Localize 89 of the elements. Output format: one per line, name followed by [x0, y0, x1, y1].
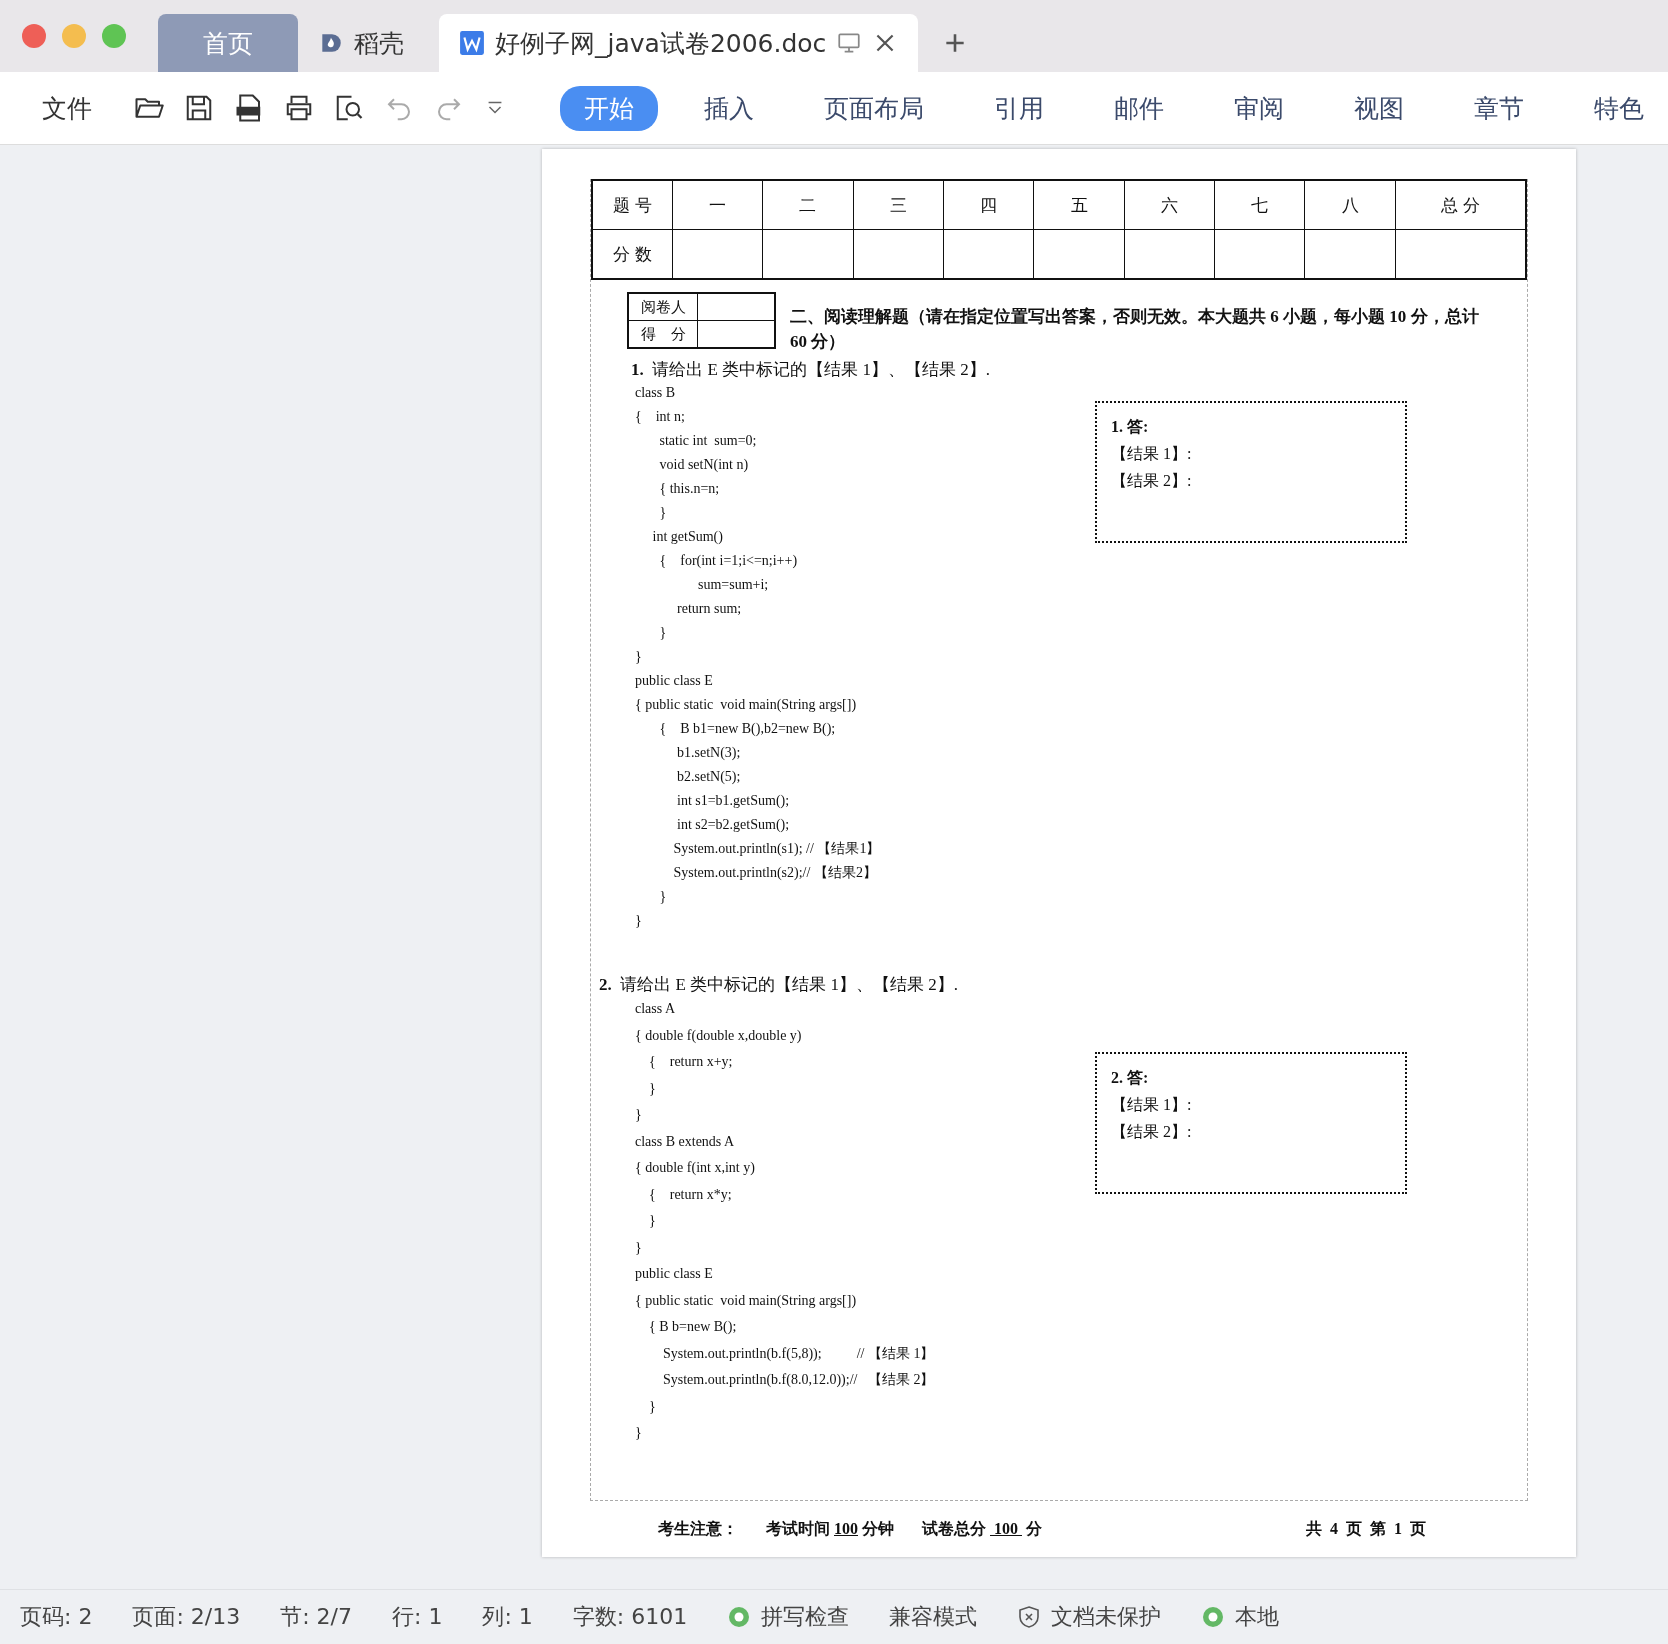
table-cell: 二: [762, 180, 854, 230]
answer-box: 1. 答: 【结果 1】: 【结果 2】:: [1095, 401, 1407, 543]
status-button[interactable]: 文档未保护: [1051, 1602, 1162, 1632]
code-line: }: [635, 648, 643, 666]
code-line: System.out.println(s2);// 【结果2】: [672, 864, 878, 882]
close-window-icon[interactable]: [22, 24, 46, 48]
ribbon-tab[interactable]: 章节: [1450, 85, 1548, 131]
code-line: { B b1=new B(),b2=new B();: [658, 720, 837, 738]
code-line: }: [648, 1212, 657, 1230]
shield-icon: [1017, 1605, 1042, 1629]
status-button[interactable]: 本地: [1235, 1602, 1280, 1632]
table-cell: 三: [853, 180, 944, 230]
word-doc-icon: [459, 30, 485, 56]
code-line: { B b=new B();: [648, 1318, 738, 1336]
code-line: b2.setN(5);: [676, 768, 742, 786]
code-line: { return x+y;: [648, 1053, 734, 1071]
question-prompt: 1. 请给出 E 类中标记的【结果 1】、【结果 2】.: [631, 359, 991, 381]
ribbon-tab[interactable]: 视图: [1330, 85, 1428, 131]
table-cell: 一: [672, 180, 763, 230]
table-cell: 五: [1033, 180, 1125, 230]
code-line: System.out.println(b.f(8.0,12.0));// 【结果 2】: [662, 1371, 936, 1389]
ribbon-tab[interactable]: 审阅: [1210, 85, 1308, 131]
monitor-icon[interactable]: [836, 30, 863, 56]
code-line: }: [635, 1238, 643, 1257]
table-cell: 八: [1304, 180, 1396, 230]
table-cell: 七: [1214, 180, 1305, 230]
code-line: { double f(int x,int y): [635, 1159, 756, 1177]
total-score: 试卷总分 100 分: [922, 1518, 1042, 1539]
code-line: public class E: [635, 672, 714, 690]
code-line: System.out.println(b.f(5,8)); // 【结果 1】: [662, 1344, 936, 1363]
document-tab[interactable]: 稻壳: [298, 14, 433, 72]
save-icon[interactable]: [184, 93, 214, 123]
table-cell: 阅卷人: [628, 293, 698, 321]
code-line: { int n;: [635, 408, 686, 426]
code-line: static int sum=0;: [658, 432, 758, 450]
code-line: System.out.println(s1); // 【结果1】: [672, 840, 882, 858]
code-line: }: [648, 1397, 657, 1416]
code-line: { return x*y;: [648, 1185, 733, 1204]
ribbon-tab[interactable]: 特色: [1570, 85, 1668, 131]
status-ok-icon: [1201, 1605, 1226, 1629]
status-text: 行: 1: [392, 1603, 443, 1631]
status-button[interactable]: 拼写检查: [761, 1602, 850, 1632]
code-line: { public static void main(String args[]): [635, 1291, 858, 1310]
print-preview-icon[interactable]: [334, 93, 364, 123]
status-ok-icon: [727, 1605, 752, 1629]
code-line: }: [635, 912, 643, 930]
code-line: int s2=b2.getSum();: [676, 816, 791, 834]
status-text: 列: 1: [482, 1603, 533, 1631]
ribbon-tab[interactable]: 页面布局: [800, 85, 948, 131]
exam-time: 考试时间 100 分钟: [766, 1518, 894, 1539]
status-text: 兼容模式: [889, 1603, 978, 1631]
code-line: b1.setN(3);: [676, 744, 742, 762]
code-line: { this.n=n;: [658, 480, 721, 498]
code-line: }: [648, 1079, 657, 1098]
code-line: }: [658, 624, 668, 642]
status-text: 字数: 6101: [572, 1603, 688, 1631]
code-line: int getSum(): [651, 528, 724, 546]
table-cell: 题 号: [592, 180, 673, 230]
code-line: { double f(double x,double y): [635, 1026, 803, 1045]
page-count: 共 4 页 第 1 页: [1306, 1518, 1426, 1539]
question-prompt: 2. 请给出 E 类中标记的【结果 1】、【结果 2】.: [599, 974, 959, 996]
code-line: return sum;: [676, 600, 743, 618]
code-line: int s1=b1.getSum();: [676, 792, 791, 810]
status-text: 页码: 2: [20, 1603, 93, 1631]
code-line: class A: [635, 1000, 677, 1018]
ribbon-tab[interactable]: 插入: [680, 85, 778, 131]
code-line: sum=sum+i;: [697, 576, 770, 594]
code-line: { public static void main(String args[]): [635, 696, 858, 714]
file-menu[interactable]: 文件: [42, 91, 92, 125]
document-tab[interactable]: 好例子网_java试卷2006.doc: [439, 14, 919, 72]
code-line: }: [635, 1106, 643, 1124]
code-line: { for(int i=1;i<=n;i++): [658, 552, 799, 570]
code-line: void setN(int n): [658, 456, 750, 474]
print-icon[interactable]: [284, 93, 314, 123]
code-line: class B: [635, 384, 677, 402]
status-text: 页面: 2/13: [132, 1603, 241, 1631]
section-title: 二、阅读理解题（请在指定位置写出答案，否则无效。本大题共 6 小题，每小题 10 分，总计 60 分）: [790, 306, 1480, 353]
status-text: 节: 2/7: [280, 1603, 353, 1631]
answer-box: 2. 答: 【结果 1】: 【结果 2】:: [1095, 1052, 1407, 1194]
table-cell: 六: [1124, 180, 1215, 230]
notice-label: 考生注意：: [658, 1518, 738, 1539]
code-line: }: [658, 888, 668, 906]
code-line: }: [658, 504, 668, 522]
ribbon-tab[interactable]: 引用: [970, 85, 1068, 131]
ribbon-tab[interactable]: 邮件: [1090, 85, 1188, 131]
code-line: class B extends A: [635, 1132, 736, 1151]
code-line: }: [635, 1424, 643, 1442]
table-cell: 四: [943, 180, 1034, 230]
code-line: public class E: [635, 1265, 714, 1283]
